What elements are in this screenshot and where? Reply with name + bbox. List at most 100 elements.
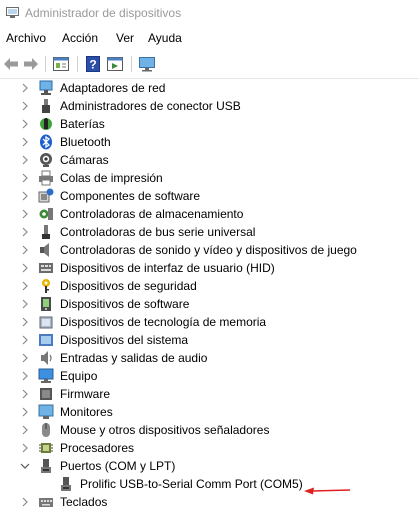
computer-icon xyxy=(38,368,54,384)
tree-node-controladoras-de-sonido-y-video-y-dispositivos-de-juego[interactable]: Controladoras de sonido y vídeo y dispos… xyxy=(0,241,419,259)
tree-node-puertos-com-y-lpt[interactable]: Puertos (COM y LPT) xyxy=(0,457,419,475)
camera-icon xyxy=(38,152,54,168)
tree-node-adaptadores-de-red[interactable]: Adaptadores de red xyxy=(0,79,419,97)
chevron-right-icon[interactable] xyxy=(19,118,31,130)
tree-node-label: Puertos (COM y LPT) xyxy=(60,459,176,473)
tree-node-label: Dispositivos del sistema xyxy=(60,333,189,347)
chevron-right-icon[interactable] xyxy=(19,496,31,508)
firmware-icon xyxy=(38,386,54,402)
tree-node-label: Dispositivos de seguridad xyxy=(60,279,197,293)
menu-ver[interactable]: Ver xyxy=(116,31,134,45)
tree-node-controladoras-de-bus-serie-universal[interactable]: Controladoras de bus serie universal xyxy=(0,223,419,241)
tree-node-mouse-y-otros-dispositivos-senaladores[interactable]: Mouse y otros dispositivos señaladores xyxy=(0,421,419,439)
annotation-arrow xyxy=(304,487,350,495)
tree-node-label: Cámaras xyxy=(60,153,109,167)
chevron-right-icon[interactable] xyxy=(19,370,31,382)
tree-node-dispositivos-de-software[interactable]: Dispositivos de software xyxy=(0,295,419,313)
tree-node-componentes-de-software[interactable]: Componentes de software xyxy=(0,187,419,205)
chevron-right-icon[interactable] xyxy=(19,154,31,166)
printer-icon xyxy=(38,170,54,186)
tree-node-label: Bluetooth xyxy=(60,135,111,149)
tree-node-label: Componentes de software xyxy=(60,189,201,203)
scan-icon[interactable] xyxy=(106,55,124,73)
toolbar-separator xyxy=(45,56,46,72)
tree-node-label: Dispositivos de software xyxy=(60,297,190,311)
chevron-right-icon[interactable] xyxy=(19,316,31,328)
tree-node-label: Baterías xyxy=(60,117,105,131)
chevron-down-icon[interactable] xyxy=(19,460,31,472)
chevron-right-icon[interactable] xyxy=(19,406,31,418)
tree-node-label: Controladoras de sonido y vídeo y dispos… xyxy=(60,243,357,257)
chevron-right-icon[interactable] xyxy=(19,442,31,454)
back-arrow-icon[interactable] xyxy=(2,55,20,73)
security-key-icon xyxy=(38,278,54,294)
tree-node-label: Adaptadores de red xyxy=(60,81,166,95)
mouse-icon xyxy=(38,422,54,438)
hid-icon xyxy=(38,260,54,276)
chevron-right-icon[interactable] xyxy=(19,298,31,310)
tree-node-label: Colas de impresión xyxy=(60,171,163,185)
tree-node-label: Mouse y otros dispositivos señaladores xyxy=(60,423,270,437)
menu-ayuda[interactable]: Ayuda xyxy=(148,31,182,45)
chevron-right-icon[interactable] xyxy=(19,352,31,364)
chevron-right-icon[interactable] xyxy=(19,136,31,148)
chevron-right-icon[interactable] xyxy=(19,172,31,184)
tree-node-label: Procesadores xyxy=(60,441,135,455)
tree-node-colas-de-impresion[interactable]: Colas de impresión xyxy=(0,169,419,187)
tree-node-procesadores[interactable]: Procesadores xyxy=(0,439,419,457)
chevron-right-icon[interactable] xyxy=(19,262,31,274)
tree-node-teclados[interactable]: Teclados xyxy=(0,493,419,511)
tree-node-label: Equipo xyxy=(60,369,98,383)
tree-node-dispositivos-de-seguridad[interactable]: Dispositivos de seguridad xyxy=(0,277,419,295)
chevron-right-icon[interactable] xyxy=(19,424,31,436)
toolbar: ? xyxy=(0,50,419,79)
tree-node-label: Controladoras de bus serie universal xyxy=(60,225,256,239)
tree-node-entradas-y-salidas-de-audio[interactable]: Entradas y salidas de audio xyxy=(0,349,419,367)
window-title: Administrador de dispositivos xyxy=(25,6,182,20)
tree-node-monitores[interactable]: Monitores xyxy=(0,403,419,421)
tree-node-label: Teclados xyxy=(60,495,108,509)
tree-node-administradores-de-conector-usb[interactable]: Administradores de conector USB xyxy=(0,97,419,115)
forward-arrow-icon[interactable] xyxy=(22,55,40,73)
properties-icon[interactable] xyxy=(52,55,70,73)
keyboard-icon xyxy=(38,494,54,510)
toolbar-separator xyxy=(131,56,132,72)
tree-node-label: Prolific USB-to-Serial Comm Port (COM5) xyxy=(80,477,303,491)
chevron-right-icon[interactable] xyxy=(19,100,31,112)
title-bar: Administrador de dispositivos xyxy=(0,0,419,28)
chevron-right-icon[interactable] xyxy=(19,334,31,346)
help-icon[interactable]: ? xyxy=(84,55,102,73)
audio-io-icon xyxy=(38,350,54,366)
svg-text:?: ? xyxy=(89,58,96,72)
menu-archivo[interactable]: Archivo xyxy=(6,31,46,45)
tree-node-label: Dispositivos de tecnología de memoria xyxy=(60,315,267,329)
tree-node-dispositivos-de-tecnologia-de-memoria[interactable]: Dispositivos de tecnología de memoria xyxy=(0,313,419,331)
tree-node-label: Dispositivos de interfaz de usuario (HID… xyxy=(60,261,275,275)
chevron-right-icon[interactable] xyxy=(19,244,31,256)
tree-node-firmware[interactable]: Firmware xyxy=(0,385,419,403)
chevron-right-icon[interactable] xyxy=(19,280,31,292)
tree-node-dispositivos-de-interfaz-de-usuario-hid[interactable]: Dispositivos de interfaz de usuario (HID… xyxy=(0,259,419,277)
tree-node-bluetooth[interactable]: Bluetooth xyxy=(0,133,419,151)
tree-node-camaras[interactable]: Cámaras xyxy=(0,151,419,169)
chevron-right-icon[interactable] xyxy=(19,208,31,220)
tree-node-equipo[interactable]: Equipo xyxy=(0,367,419,385)
tree-node-controladoras-de-almacenamiento[interactable]: Controladoras de almacenamiento xyxy=(0,205,419,223)
tree-node-prolific-usb-to-serial-comm-port-com5[interactable]: Prolific USB-to-Serial Comm Port (COM5) xyxy=(0,475,419,493)
tree-node-dispositivos-del-sistema[interactable]: Dispositivos del sistema xyxy=(0,331,419,349)
system-device-icon xyxy=(38,332,54,348)
port-icon xyxy=(58,476,74,492)
menu-accion[interactable]: Acción xyxy=(62,31,98,45)
tree-node-label: Administradores de conector USB xyxy=(60,99,241,113)
chevron-right-icon[interactable] xyxy=(19,388,31,400)
chevron-right-icon[interactable] xyxy=(19,190,31,202)
monitor-icon[interactable] xyxy=(138,55,156,73)
storage-controller-icon xyxy=(38,206,54,222)
device-tree: Adaptadores de red Administradores de con… xyxy=(0,79,419,518)
processor-icon xyxy=(38,440,54,456)
battery-icon xyxy=(38,116,54,132)
tree-node-baterias[interactable]: Baterías xyxy=(0,115,419,133)
chevron-right-icon[interactable] xyxy=(19,82,31,94)
toolbar-separator xyxy=(77,56,78,72)
chevron-right-icon[interactable] xyxy=(19,226,31,238)
